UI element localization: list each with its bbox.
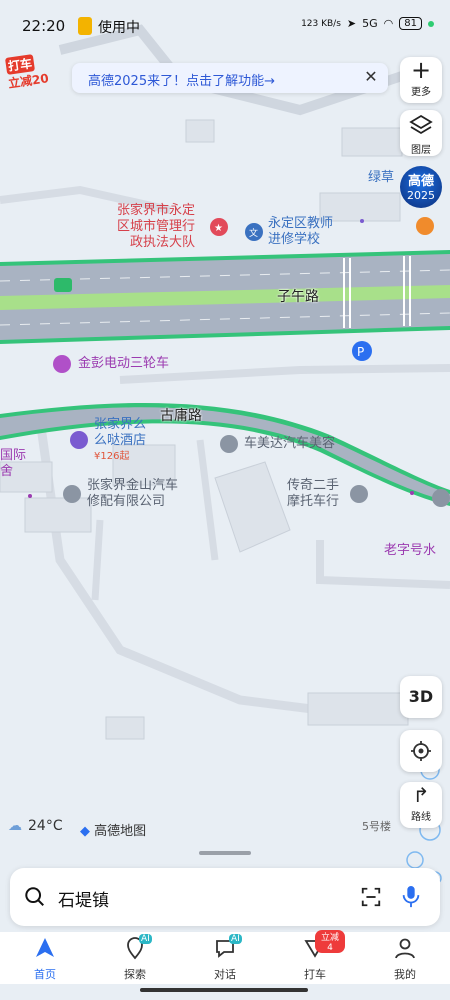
user-icon xyxy=(395,938,415,959)
tab-label: 对话 xyxy=(214,968,236,981)
tab-label: 探索 xyxy=(124,968,146,981)
tab-chat[interactable]: AI 对话 xyxy=(195,932,255,982)
more-label: 更多 xyxy=(411,87,431,98)
poi-line: 老字号水 xyxy=(384,543,437,558)
network-speed: 123 KB/s xyxy=(301,18,341,29)
announcement-banner[interactable]: 高德2025来了！点击了解功能→ ✕ xyxy=(72,63,388,93)
app-in-use-label: 使用中 xyxy=(98,20,140,36)
status-right: 123 KB/s ➤ 5G ◠ 81 xyxy=(301,17,434,30)
tab-home[interactable]: 首页 xyxy=(15,932,75,982)
poi-lvcao[interactable]: 绿草 xyxy=(368,170,394,186)
poi-line: 金彭电动三轮车 xyxy=(78,356,170,371)
gd2025-badge[interactable]: 高德 2025 xyxy=(400,166,442,208)
poi-line: 国际 xyxy=(0,448,27,463)
road-label-guyong: 古庸路 xyxy=(160,408,202,424)
poi-chemeida[interactable]: 车美达汽车美容 xyxy=(244,436,335,452)
home-icon xyxy=(36,938,54,957)
search-icon xyxy=(25,887,44,906)
poi-jinshan[interactable]: 张家界金山汽车 修配有限公司 xyxy=(87,478,178,510)
locate-button[interactable] xyxy=(400,730,442,772)
brand-text: 高德地图 xyxy=(94,824,147,839)
green-dot-icon xyxy=(428,20,434,27)
wifi-icon: ◠ xyxy=(383,17,394,30)
battery-level: 81 xyxy=(399,17,422,30)
status-bar: 22:20 使用中 123 KB/s ➤ 5G ◠ 81 xyxy=(0,0,450,54)
app-in-use-icon xyxy=(78,17,92,35)
poi-line: 舍 xyxy=(0,464,14,479)
poi-line: 政执法大队 xyxy=(130,235,196,250)
plus-icon: + xyxy=(410,56,432,84)
layers-label: 图层 xyxy=(411,145,431,156)
promo-badge: 立减4 xyxy=(315,930,345,953)
poi-line: 区城市管理行 xyxy=(117,219,196,234)
poi-chuanqi[interactable]: 传奇二手 摩托车行 xyxy=(287,478,339,510)
brand-icon: ◆ xyxy=(80,824,90,839)
poi-urban-management[interactable]: 张家界市永定 区城市管理行 政执法大队 xyxy=(116,203,195,251)
poi-teacher-school[interactable]: 永定区教师 进修学校 xyxy=(268,216,333,248)
3d-label: 3D xyxy=(408,687,434,706)
3d-button[interactable]: 3D xyxy=(400,676,442,718)
taxi-promo-badge[interactable]: 打车 立减20 xyxy=(4,52,52,94)
weather-info[interactable]: ☁ 24°C xyxy=(8,818,63,834)
temperature: 24°C xyxy=(28,818,63,834)
layers-icon xyxy=(409,114,433,135)
ai-badge: AI xyxy=(139,934,152,944)
poi-line: 张家界市永定 xyxy=(117,203,196,218)
route-label: 路线 xyxy=(411,812,431,823)
poi-line: 进修学校 xyxy=(268,232,321,247)
drag-handle[interactable] xyxy=(199,851,251,855)
route-button[interactable]: ↱ 路线 xyxy=(400,782,442,828)
tab-mine[interactable]: 我的 xyxy=(375,932,435,982)
gd2025-line2: 2025 xyxy=(407,189,435,202)
map-canvas[interactable]: ★ 文 P xyxy=(0,0,450,1000)
scan-icon[interactable] xyxy=(360,886,382,908)
gd2025-line1: 高德 xyxy=(407,174,434,189)
tab-explore[interactable]: AI 探索 xyxy=(105,932,165,982)
svg-text:★: ★ xyxy=(214,223,223,234)
svg-text:P: P xyxy=(357,345,364,359)
poi-guoji[interactable]: 国际 舍 xyxy=(0,448,26,480)
tab-taxi[interactable]: 立减4 打车 xyxy=(285,930,345,982)
location-arrow-icon: ➤ xyxy=(346,17,357,30)
cloud-icon: ☁ xyxy=(8,818,22,834)
tab-label: 我的 xyxy=(394,968,416,981)
ai-badge: AI xyxy=(229,934,242,944)
close-icon[interactable]: ✕ xyxy=(360,66,382,88)
status-time: 22:20 xyxy=(22,17,66,35)
building-label: 5号楼 xyxy=(362,820,391,833)
home-indicator xyxy=(140,988,308,992)
poi-line: 么哒酒店 xyxy=(94,433,147,448)
route-icon: ↱ xyxy=(412,783,430,807)
layers-button[interactable]: 图层 xyxy=(400,110,442,156)
poi-jinpeng[interactable]: 金彭电动三轮车 xyxy=(78,356,169,372)
search-input[interactable]: 石堤镇 xyxy=(58,886,109,911)
road-label-ziwu: 子午路 xyxy=(277,289,319,305)
tab-label: 打车 xyxy=(304,968,326,981)
map-brand-logo: ◆ 高德地图 xyxy=(80,820,146,839)
svg-text:文: 文 xyxy=(249,227,258,239)
poi-line: 张家界金山汽车 xyxy=(87,478,179,493)
poi-line: 绿草 xyxy=(368,170,395,185)
locate-icon xyxy=(411,741,431,761)
more-button[interactable]: + 更多 xyxy=(400,57,442,103)
poi-line: 传奇二手 xyxy=(287,478,340,493)
bottom-tab-bar: 首页 AI 探索 AI 对话 立减4 打车 我的 xyxy=(0,930,450,984)
hotel-price: ¥126起 xyxy=(94,451,130,462)
search-bar[interactable]: 石堤镇 xyxy=(10,868,440,926)
banner-text: 高德2025来了！点击了解功能→ xyxy=(88,74,275,89)
voice-icon[interactable] xyxy=(400,884,422,910)
poi-line: 永定区教师 xyxy=(268,216,334,231)
tab-label: 首页 xyxy=(34,968,56,981)
signal-5g: 5G xyxy=(362,17,378,30)
poi-line: 张家界么 xyxy=(94,417,147,432)
poi-line: 修配有限公司 xyxy=(87,494,166,509)
poi-line: 摩托车行 xyxy=(287,494,340,509)
poi-hotel[interactable]: 张家界么 么哒酒店 ¥126起 xyxy=(94,417,146,465)
poi-line: 车美达汽车美容 xyxy=(244,436,336,451)
poi-laozihao[interactable]: 老字号水 xyxy=(384,543,436,559)
